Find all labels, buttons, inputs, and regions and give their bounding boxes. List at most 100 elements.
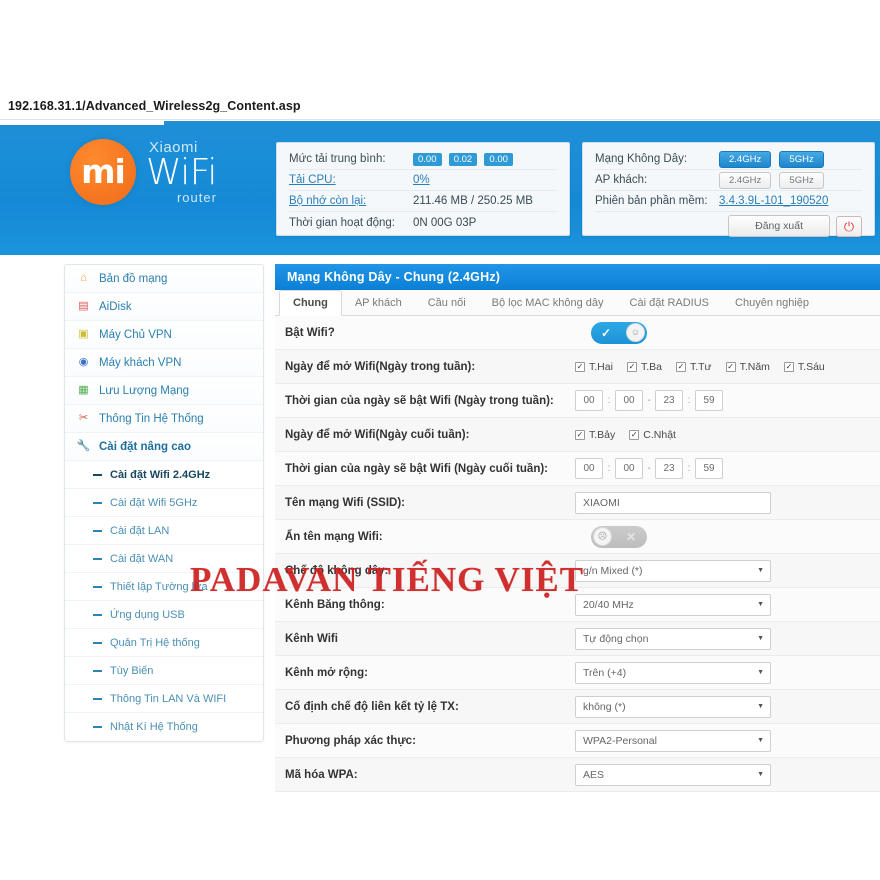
time-minute-end-input[interactable]: 59 xyxy=(695,458,723,479)
row-weekend-days: Ngày để mở Wifi(Ngày cuối tuần): ✓ T.Bảy… xyxy=(275,418,880,452)
sidebar-item-system-info[interactable]: ✂ Thông Tin Hệ Thống xyxy=(65,405,263,433)
sidebar-item-label: Cài đặt nâng cao xyxy=(99,440,192,453)
bandwidth-select[interactable]: 20/40 MHz ▼ xyxy=(575,593,771,616)
cpu-value[interactable]: 0% xyxy=(413,174,430,186)
auth-method-select[interactable]: WPA2-Personal ▼ xyxy=(575,729,771,752)
sidebar-subitem-system-log[interactable]: Nhật Kí Hệ Thống xyxy=(65,713,263,741)
row-ext-channel: Kênh mở rộng: Trên (+4) ▼ xyxy=(275,656,880,690)
memory-label-link[interactable]: Bộ nhớ còn lại: xyxy=(289,195,413,207)
status-row-cpu: Tải CPU: 0% xyxy=(289,170,557,191)
ext-channel-select[interactable]: Trên (+4) ▼ xyxy=(575,661,771,684)
ssid-input[interactable]: XIAOMI xyxy=(575,491,771,514)
enable-wifi-control: ✓ ☺ xyxy=(575,321,880,344)
sidebar-subitem-wifi-24[interactable]: Cài đặt Wifi 2.4GHz xyxy=(65,461,263,489)
sidebar-subitem-administration[interactable]: Quản Trị Hệ thống xyxy=(65,629,263,657)
dash-icon xyxy=(93,501,102,504)
sidebar-item-label: Bản đồ mạng xyxy=(99,272,168,285)
time-minute-end-input[interactable]: 59 xyxy=(695,390,723,411)
channel-select[interactable]: Tự động chọn ▼ xyxy=(575,627,771,650)
sidebar-subitem-customization[interactable]: Tùy Biến xyxy=(65,657,263,685)
ssid-label: Tên mạng Wifi (SSID): xyxy=(285,496,406,509)
sidebar-item-network-traffic[interactable]: ▦ Lưu Lượng Mạng xyxy=(65,377,263,405)
dash-icon xyxy=(93,669,102,672)
checkbox-item[interactable]: ✓ C.Nhật xyxy=(629,429,676,441)
tab-professional[interactable]: Chuyên nghiệp xyxy=(722,291,822,315)
load-chip: 0.00 xyxy=(413,152,442,166)
sidebar-subitem-wifi-5[interactable]: Cài đặt Wifi 5GHz xyxy=(65,489,263,517)
band-5-active-button[interactable]: 5GHz xyxy=(779,150,824,168)
time-hour-end-input[interactable]: 23 xyxy=(655,390,683,411)
sidebar-item-network-map[interactable]: ⌂ Bản đồ mạng xyxy=(65,265,263,293)
time-hour-start-input[interactable]: 00 xyxy=(575,390,603,411)
cpu-label-link[interactable]: Tải CPU: xyxy=(289,174,413,186)
tx-rate-label: Cố định chế độ liên kết tỷ lệ TX: xyxy=(285,700,459,713)
time-minute-start-input[interactable]: 00 xyxy=(615,390,643,411)
browser-url-bar[interactable]: 192.168.31.1/Advanced_Wireless2g_Content… xyxy=(0,92,880,120)
status-row-firmware: Phiên bản phần mềm: 3.4.3.9L-101_190520 xyxy=(595,191,862,212)
wpa-encryption-control: AES ▼ xyxy=(575,763,880,786)
channel-label: Kênh Wifi xyxy=(285,632,338,645)
tab-general[interactable]: Chung xyxy=(279,290,342,316)
enable-wifi-toggle[interactable]: ✓ ☺ xyxy=(591,321,647,344)
guest-band-5-button[interactable]: 5GHz xyxy=(779,171,824,189)
checkbox-item[interactable]: ✓ T.Ba xyxy=(626,361,662,373)
time-minute-start-input[interactable]: 00 xyxy=(615,458,643,479)
sidebar-item-aidisk[interactable]: ▤ AiDisk xyxy=(65,293,263,321)
dash-icon xyxy=(93,557,102,560)
tab-bridge[interactable]: Cầu nối xyxy=(415,291,479,315)
guest-band-24-button[interactable]: 2.4GHz xyxy=(719,171,772,189)
check-icon: ✓ xyxy=(601,325,612,340)
chevron-down-icon: ▼ xyxy=(757,567,764,574)
wrench-icon: 🔧 xyxy=(76,440,91,452)
wireless-mode-select[interactable]: g/n Mixed (*) ▼ xyxy=(575,559,771,582)
sidebar-subitem-firewall[interactable]: Thiết lập Tường lửa xyxy=(65,573,263,601)
checkbox-item[interactable]: ✓ T.Bảy xyxy=(575,429,615,441)
row-wpa-encryption: Mã hóa WPA: AES ▼ xyxy=(275,758,880,792)
time-separator: : xyxy=(687,463,691,474)
sidebar-subitem-lan[interactable]: Cài đặt LAN xyxy=(65,517,263,545)
sidebar-subitem-usb[interactable]: Ứng dụng USB xyxy=(65,601,263,629)
sidebar-nav: ⌂ Bản đồ mạng ▤ AiDisk ▣ Máy Chủ VPN ◉ M… xyxy=(64,264,264,742)
row-ssid: Tên mạng Wifi (SSID): XIAOMI xyxy=(275,486,880,520)
xiaomi-logo: mi Xiaomi WiFi router xyxy=(70,139,217,205)
load-chip: 0.02 xyxy=(448,152,478,166)
weekend-time-control: 00 : 00 - 23 : 59 xyxy=(575,458,880,479)
toggle-knob-smile-icon: ☺ xyxy=(626,323,645,342)
wordmark-wifi: WiFi xyxy=(146,151,217,193)
firmware-version[interactable]: 3.4.3.9L-101_190520 xyxy=(719,195,828,207)
firmware-label: Phiên bản phần mềm: xyxy=(595,195,708,207)
sidebar-item-label: Máy Chủ VPN xyxy=(99,328,172,341)
sidebar-subitem-lan-wifi-info[interactable]: Thông Tin LAN Và WIFI xyxy=(65,685,263,713)
tx-rate-select[interactable]: không (*) ▼ xyxy=(575,695,771,718)
hide-ssid-toggle[interactable]: ✕ ☹ xyxy=(591,525,647,548)
sidebar-item-vpn-client[interactable]: ◉ Máy khách VPN xyxy=(65,349,263,377)
checkbox-item[interactable]: ✓ T.Sáu xyxy=(783,361,825,373)
sidebar-item-vpn-server[interactable]: ▣ Máy Chủ VPN xyxy=(65,321,263,349)
checkbox-item[interactable]: ✓ T.Tư xyxy=(675,360,712,373)
power-icon[interactable]: ⏻ xyxy=(836,215,862,237)
tools-icon: ✂ xyxy=(78,412,89,424)
auth-method-control: WPA2-Personal ▼ xyxy=(575,729,880,752)
time-hour-start-input[interactable]: 00 xyxy=(575,458,603,479)
dash-icon xyxy=(93,585,102,588)
checkbox-label: T.Tư xyxy=(689,360,712,373)
tab-mac-filter[interactable]: Bộ lọc MAC không dây xyxy=(479,291,617,315)
band-24-active-button[interactable]: 2.4GHz xyxy=(719,150,772,168)
sidebar-subitem-label: Thông Tin LAN Và WIFI xyxy=(110,692,227,705)
row-weekday-time: Thời gian của ngày sẽ bật Wifi (Ngày tro… xyxy=(275,384,880,418)
disk-icon: ▤ xyxy=(78,300,89,312)
time-hour-end-input[interactable]: 23 xyxy=(655,458,683,479)
sidebar-item-advanced-settings[interactable]: 🔧 Cài đặt nâng cao xyxy=(65,433,263,461)
checkbox-item[interactable]: ✓ T.Năm xyxy=(725,361,770,373)
weekday-time-group: 00 : 00 - 23 : 59 xyxy=(575,390,723,411)
time-dash: - xyxy=(647,463,651,474)
sidebar-subitem-label: Cài đặt WAN xyxy=(110,552,174,565)
logout-button[interactable]: Đăng xuất xyxy=(728,215,830,237)
wordmark-router: router xyxy=(176,190,217,206)
sidebar-subitem-wan[interactable]: Cài đặt WAN xyxy=(65,545,263,573)
wpa-encryption-select[interactable]: AES ▼ xyxy=(575,763,771,786)
tab-radius[interactable]: Cài đặt RADIUS xyxy=(617,291,722,315)
wpa-encryption-value: AES xyxy=(583,768,605,781)
tab-guest-ap[interactable]: AP khách xyxy=(342,291,415,315)
checkbox-item[interactable]: ✓ T.Hai xyxy=(575,361,613,373)
